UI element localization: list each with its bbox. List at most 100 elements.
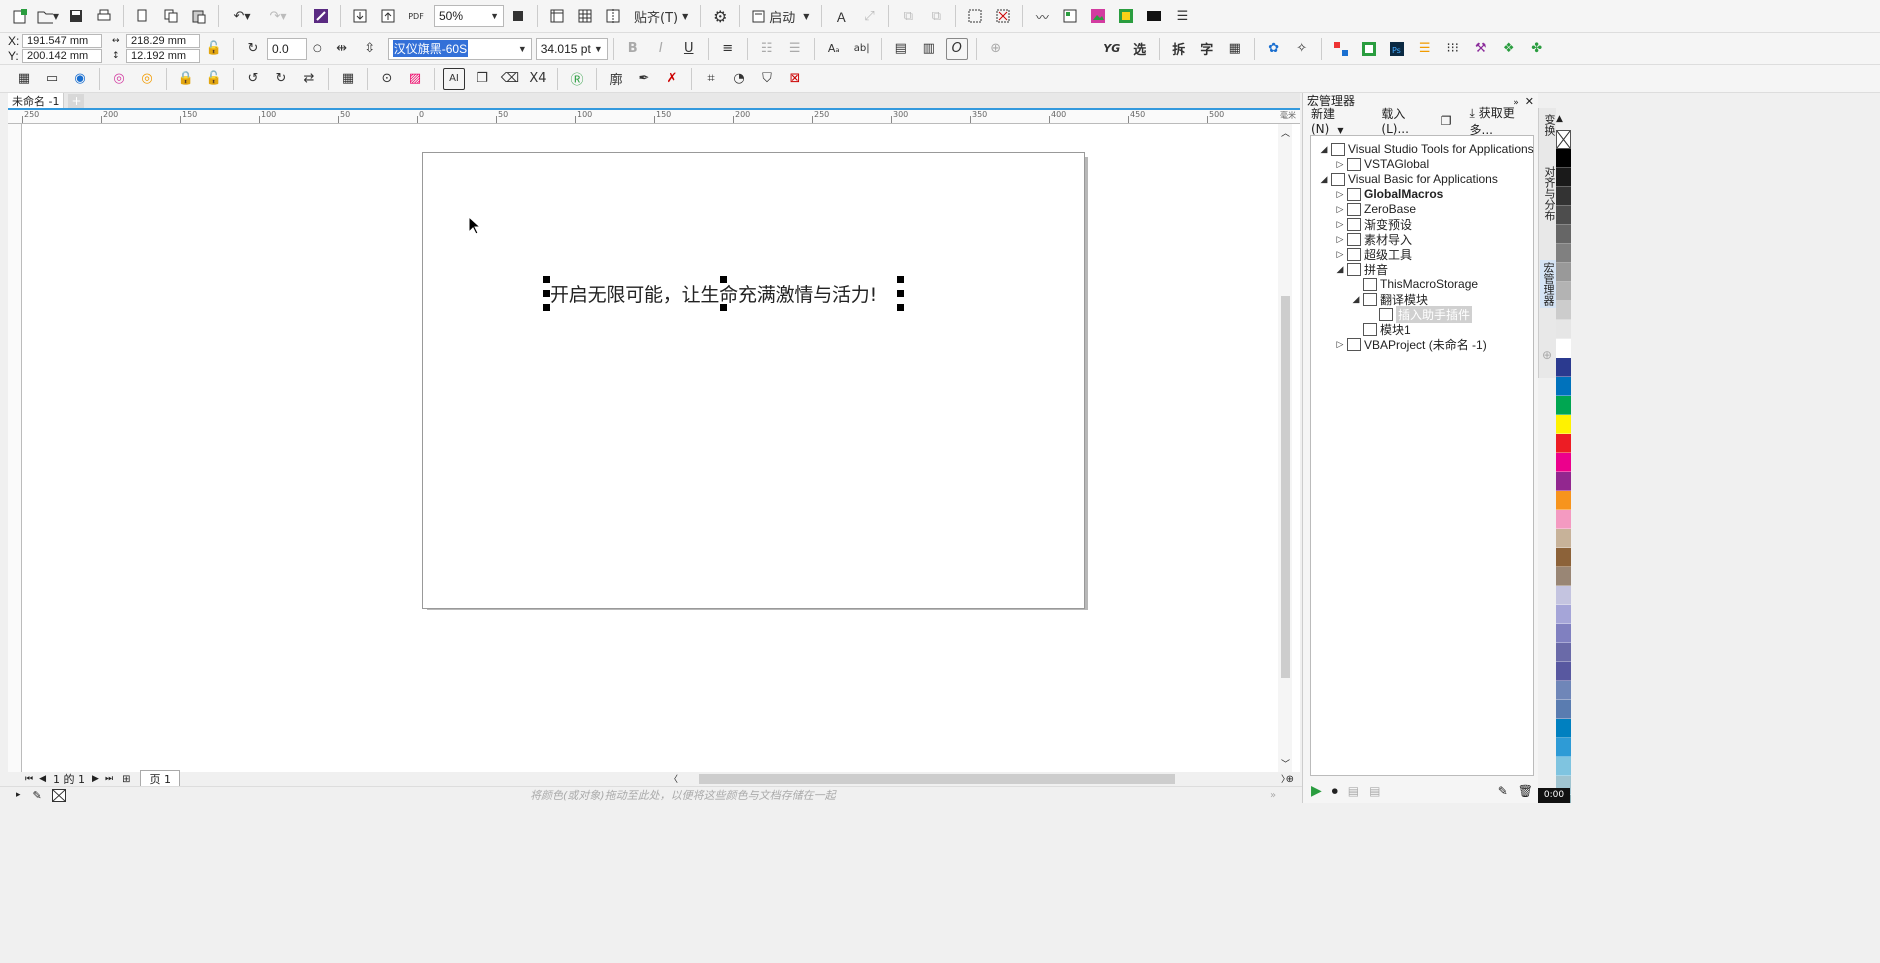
palette-swatch[interactable] xyxy=(1556,681,1571,700)
palette-swatch[interactable] xyxy=(1556,301,1571,320)
palette-swatch[interactable] xyxy=(1556,358,1571,377)
palette-swatch[interactable] xyxy=(1556,643,1571,662)
horizontal-scroll-thumb[interactable] xyxy=(699,774,1175,784)
pink-circle-icon[interactable]: ◎ xyxy=(108,68,130,90)
palette-swatch[interactable] xyxy=(1556,263,1571,282)
vertical-ruler[interactable] xyxy=(8,124,22,772)
dots-grid-icon[interactable]: ⁝⁝⁝ xyxy=(1442,38,1464,60)
palette-swatch[interactable] xyxy=(1556,719,1571,738)
compass-icon[interactable]: ◔ xyxy=(728,68,750,90)
tree-toggle-icon[interactable]: ◢ xyxy=(1319,144,1329,155)
palette-swatch[interactable] xyxy=(1556,472,1571,491)
step-macro-icon[interactable]: ▤ xyxy=(1348,784,1359,798)
tree-toggle-icon[interactable]: ▷ xyxy=(1335,189,1345,200)
unlock-icon[interactable]: 🔓 xyxy=(203,68,225,90)
palette-swatch[interactable] xyxy=(1556,700,1571,719)
full-screen-icon[interactable] xyxy=(507,5,529,27)
cut-icon[interactable] xyxy=(132,5,154,27)
palette-swatch[interactable] xyxy=(1556,396,1571,415)
palette-scroll-up-icon[interactable]: ▲ xyxy=(1556,110,1571,128)
palette-swatch[interactable] xyxy=(1556,187,1571,206)
palette-swatch[interactable] xyxy=(1556,491,1571,510)
snap-to-dropdown[interactable]: 贴齐(T) ▼ xyxy=(630,5,692,27)
options-gear-icon[interactable]: ⚙ xyxy=(709,5,731,27)
horizontal-scrollbar[interactable]: 〈 〉 xyxy=(667,772,1292,786)
get-more-button[interactable]: ⤓ 获取更多... xyxy=(1470,104,1538,138)
palette-swatch[interactable] xyxy=(1556,624,1571,643)
new-macro-button[interactable]: 新建(N) ▼ xyxy=(1311,105,1367,136)
plugin-purple-icon[interactable]: ⚒ xyxy=(1470,38,1492,60)
color-palette[interactable] xyxy=(1556,130,1571,803)
add-docker-icon[interactable]: ⊕ xyxy=(1542,348,1552,362)
tree-toggle-icon[interactable]: ▷ xyxy=(1335,219,1345,230)
docker-tab-transform[interactable]: 变换 xyxy=(1541,114,1557,136)
zoom-navigator-icon[interactable]: ⊕ xyxy=(1286,774,1294,785)
rotation-input[interactable]: 0.0 xyxy=(267,37,307,60)
orange-circle-icon[interactable]: ◎ xyxy=(136,68,158,90)
table-icon[interactable]: ▦ xyxy=(337,68,359,90)
bitmap-tool-icon[interactable] xyxy=(1059,5,1081,27)
selection-handle[interactable] xyxy=(543,276,550,283)
edit-text-icon[interactable]: ab| xyxy=(851,38,873,60)
palette-swatch[interactable] xyxy=(1556,168,1571,187)
color-blocks-icon[interactable] xyxy=(1330,38,1352,60)
add-page-icon[interactable]: ⊞ xyxy=(122,774,130,785)
tree-toggle-icon[interactable]: ◢ xyxy=(1351,294,1361,305)
show-rulers-icon[interactable] xyxy=(546,5,568,27)
lock-icon[interactable]: 🔒 xyxy=(175,68,197,90)
x-position-input[interactable]: 191.547 mm xyxy=(22,34,102,48)
lock-ratio-icon[interactable]: 🔓 xyxy=(203,38,225,60)
document-tab[interactable]: 未命名 -1 xyxy=(8,93,65,109)
clear-transform-icon[interactable] xyxy=(992,5,1014,27)
photoshop-icon[interactable]: Ps xyxy=(1386,38,1408,60)
import-art-icon[interactable] xyxy=(310,5,332,27)
macro-tree-item[interactable]: ▷ VBAProject (未命名 -1) xyxy=(1335,335,1487,353)
drop-cap-icon[interactable]: ☰ xyxy=(784,38,806,60)
underline-button[interactable]: U xyxy=(678,38,700,60)
vertical-text-icon[interactable]: ▥ xyxy=(918,38,940,60)
mirror-horizontal-icon[interactable]: ⇹ xyxy=(331,38,353,60)
show-guidelines-icon[interactable] xyxy=(602,5,624,27)
tree-toggle-icon[interactable]: ▷ xyxy=(1335,234,1345,245)
rotate-90-cw-icon[interactable]: ↻ xyxy=(270,68,292,90)
palette-swatch[interactable] xyxy=(1556,206,1571,225)
palette-swatch[interactable] xyxy=(1556,225,1571,244)
canvas-text[interactable]: 开启无限可能，让生命充满激情与活力! xyxy=(550,280,877,307)
bullet-list-icon[interactable]: ☷ xyxy=(756,38,778,60)
redo-icon[interactable]: ↷ ▼ xyxy=(263,5,293,27)
docker-tab-align[interactable]: 对齐与分布 xyxy=(1541,166,1557,221)
export-icon[interactable] xyxy=(377,5,399,27)
text-tool-icon[interactable]: Ａ xyxy=(830,5,852,27)
image-frame-icon[interactable] xyxy=(1358,38,1380,60)
tree-toggle-icon[interactable]: ▷ xyxy=(1335,339,1345,350)
run-macro-icon[interactable]: ▶ xyxy=(1311,783,1322,799)
no-fill-swatch-icon[interactable] xyxy=(51,788,66,802)
zoom-level-select[interactable]: 50% ▼ xyxy=(434,5,504,27)
show-grid-icon[interactable] xyxy=(574,5,596,27)
mirror-vertical-icon[interactable]: ⇳ xyxy=(359,38,381,60)
color-image-icon[interactable] xyxy=(1087,5,1109,27)
ai-icon[interactable]: AI xyxy=(443,67,465,90)
width-input[interactable]: 218.29 mm xyxy=(126,34,200,48)
r-badge-icon[interactable]: Ⓡ xyxy=(566,68,588,90)
print-icon[interactable] xyxy=(93,5,115,27)
tree-toggle-icon[interactable]: ◢ xyxy=(1335,264,1345,275)
macro-tool-1-icon[interactable]: ▦ xyxy=(13,68,35,90)
tree-toggle-icon[interactable]: ▷ xyxy=(1335,249,1345,260)
character-format-icon[interactable]: Aₐ xyxy=(823,38,845,60)
font-size-select[interactable]: 34.015 pt ▼ xyxy=(535,37,608,60)
expand-arrow-icon[interactable]: ▸ xyxy=(16,790,21,800)
selection-handle[interactable] xyxy=(897,304,904,311)
palette-swatch[interactable] xyxy=(1556,567,1571,586)
curve-tool-icon[interactable]: 〰 xyxy=(1031,5,1053,27)
docker-tab-macro[interactable]: 宏管理器 xyxy=(1540,260,1556,308)
vertical-scroll-thumb[interactable] xyxy=(1281,296,1290,678)
last-page-icon[interactable]: ⏭ xyxy=(105,774,113,784)
plugin-leaf-icon[interactable]: ✤ xyxy=(1526,38,1548,60)
char-button[interactable]: 字 xyxy=(1196,38,1218,60)
palette-swatch[interactable] xyxy=(1556,130,1571,149)
scroll-down-icon[interactable]: ﹀ xyxy=(1281,757,1290,770)
palette-swatch[interactable] xyxy=(1556,757,1571,776)
macro-tool-2-icon[interactable]: ▭ xyxy=(41,68,63,90)
bold-button[interactable]: B xyxy=(622,38,644,60)
